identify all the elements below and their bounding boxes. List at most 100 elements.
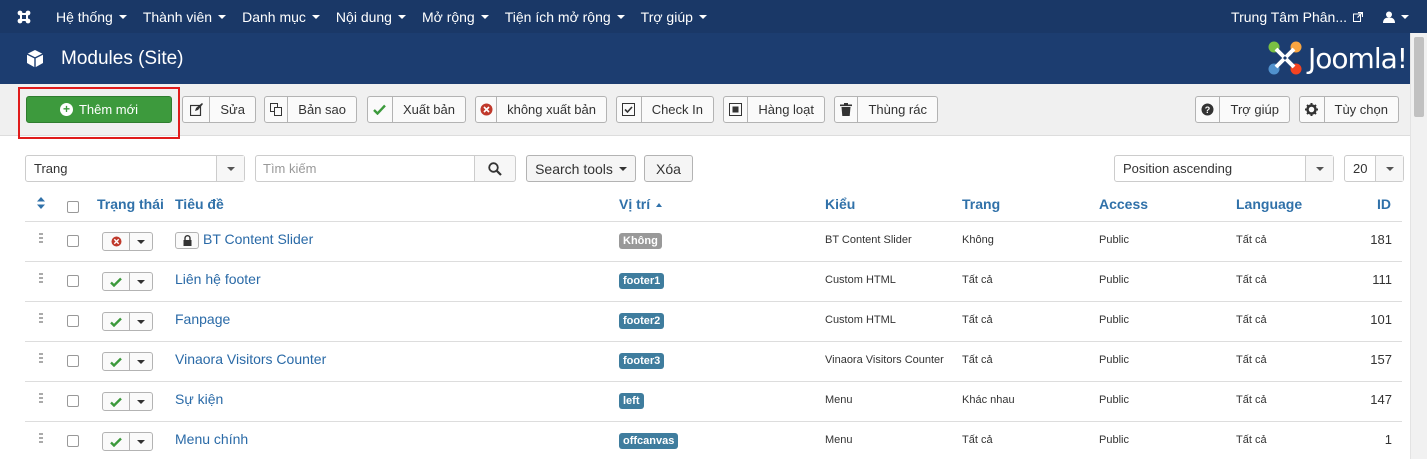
- nav-system[interactable]: Hệ thống: [48, 0, 135, 33]
- edit-icon: [183, 97, 211, 122]
- position-badge[interactable]: left: [619, 393, 644, 409]
- new-button[interactable]: + Thêm mới: [26, 96, 172, 123]
- checkin-button[interactable]: Check In: [616, 96, 714, 123]
- position-badge[interactable]: footer3: [619, 353, 665, 369]
- batch-button[interactable]: Hàng loạt: [723, 96, 825, 123]
- status-toggle[interactable]: [102, 232, 153, 251]
- position-badge[interactable]: footer2: [619, 313, 665, 329]
- check-icon[interactable]: [103, 393, 130, 410]
- table-row: Fanpage footer2 Custom HTML Tất cả Public Tất…: [25, 301, 1402, 341]
- drag-handle-icon[interactable]: [39, 353, 43, 365]
- edit-button[interactable]: Sửa: [182, 96, 256, 123]
- header-status[interactable]: Trạng thái: [97, 196, 164, 212]
- language-cell: Tất cả: [1236, 234, 1267, 246]
- drag-handle-icon[interactable]: [39, 273, 43, 285]
- check-icon[interactable]: [103, 353, 130, 370]
- search-input[interactable]: [255, 155, 475, 182]
- nav-components[interactable]: Tiện ích mở rộng: [497, 0, 633, 33]
- chevron-down-icon[interactable]: [130, 353, 152, 370]
- module-title-link[interactable]: Menu chính: [175, 431, 248, 447]
- scrollbar[interactable]: [1410, 33, 1427, 459]
- drag-handle-icon[interactable]: [39, 313, 43, 325]
- sort-up-icon: [656, 203, 663, 208]
- language-cell: Tất cả: [1236, 434, 1267, 446]
- check-icon[interactable]: [103, 273, 130, 290]
- module-title-link[interactable]: Vinaora Visitors Counter: [175, 351, 326, 367]
- clear-button[interactable]: Xóa: [644, 155, 693, 182]
- module-title-link[interactable]: Sự kiện: [175, 391, 223, 407]
- header-pages[interactable]: Trang: [962, 196, 1000, 212]
- row-checkbox[interactable]: [67, 275, 79, 287]
- ordering-select[interactable]: Position ascending: [1114, 155, 1334, 182]
- position-badge[interactable]: offcanvas: [619, 433, 679, 449]
- ordering-sort-icon[interactable]: [37, 197, 45, 212]
- id-cell: 111: [1372, 272, 1392, 287]
- search-tools-button[interactable]: Search tools: [526, 155, 636, 182]
- row-checkbox[interactable]: [67, 435, 79, 447]
- select-all-checkbox[interactable]: [67, 201, 79, 213]
- status-toggle[interactable]: [102, 432, 153, 451]
- joomla-logo-icon[interactable]: [0, 0, 48, 33]
- publish-button[interactable]: Xuất bản: [367, 96, 466, 123]
- unpublish-button[interactable]: không xuất bản: [475, 96, 607, 123]
- drag-handle-icon[interactable]: [39, 433, 43, 445]
- table-row: Menu chính offcanvas Menu Tất cả Public Tất c…: [25, 421, 1402, 459]
- header-id[interactable]: ID: [1377, 196, 1391, 212]
- chevron-down-icon: [618, 166, 627, 171]
- header-title[interactable]: Tiêu đề: [175, 196, 224, 212]
- user-menu[interactable]: [1371, 0, 1427, 33]
- status-toggle[interactable]: [102, 352, 153, 371]
- pages-cell: Tất cả: [962, 354, 993, 366]
- position-cell: footer3: [619, 352, 665, 369]
- scrollbar-thumb[interactable]: [1414, 37, 1424, 117]
- nav-users[interactable]: Thành viên: [135, 0, 234, 33]
- chevron-down-icon[interactable]: [130, 433, 152, 450]
- chevron-down-icon[interactable]: [130, 233, 152, 250]
- row-checkbox[interactable]: [67, 315, 79, 327]
- module-title-link[interactable]: BT Content Slider: [203, 231, 313, 247]
- type-cell: Menu: [825, 434, 853, 446]
- chevron-down-icon[interactable]: [130, 313, 152, 330]
- drag-handle-icon[interactable]: [39, 393, 43, 405]
- client-select[interactable]: Trang: [25, 155, 245, 182]
- chevron-down-icon: [1375, 156, 1403, 181]
- table-row: BT Content Slider Không BT Content Slider K…: [25, 221, 1402, 261]
- header-type[interactable]: Kiểu: [825, 196, 855, 212]
- trash-button[interactable]: Thùng rác: [834, 96, 938, 123]
- check-icon[interactable]: [103, 313, 130, 330]
- limit-select[interactable]: 20: [1344, 155, 1404, 182]
- status-toggle[interactable]: [102, 272, 153, 291]
- row-checkbox[interactable]: [67, 235, 79, 247]
- nav-help[interactable]: Trợ giúp: [633, 0, 715, 33]
- times-circle-icon[interactable]: [103, 233, 130, 250]
- status-toggle[interactable]: [102, 392, 153, 411]
- header-position[interactable]: Vị trí: [619, 196, 663, 212]
- options-button[interactable]: Tùy chọn: [1299, 96, 1399, 123]
- nav-content[interactable]: Nội dung: [328, 0, 414, 33]
- lock-icon[interactable]: [175, 232, 199, 250]
- title-cell: BT Content Slider: [175, 231, 313, 250]
- module-title-link[interactable]: Fanpage: [175, 311, 230, 327]
- nav-extensions[interactable]: Mở rộng: [414, 0, 497, 33]
- status-toggle[interactable]: [102, 312, 153, 331]
- pages-cell: Tất cả: [962, 314, 993, 326]
- search-button[interactable]: [474, 155, 516, 182]
- chevron-down-icon: [616, 14, 625, 19]
- copy-button[interactable]: Bản sao: [264, 96, 357, 123]
- position-badge[interactable]: footer1: [619, 273, 665, 289]
- svg-text:?: ?: [1205, 105, 1211, 115]
- row-checkbox[interactable]: [67, 395, 79, 407]
- site-link[interactable]: Trung Tâm Phân...: [1223, 0, 1371, 33]
- header-access[interactable]: Access: [1099, 196, 1148, 212]
- row-checkbox[interactable]: [67, 355, 79, 367]
- chevron-down-icon[interactable]: [130, 393, 152, 410]
- check-icon[interactable]: [103, 433, 130, 450]
- position-badge[interactable]: Không: [619, 233, 662, 249]
- drag-handle-icon[interactable]: [39, 233, 43, 245]
- header-language[interactable]: Language: [1236, 196, 1302, 212]
- chevron-down-icon: [311, 14, 320, 19]
- chevron-down-icon[interactable]: [130, 273, 152, 290]
- help-button[interactable]: ? Trợ giúp: [1195, 96, 1290, 123]
- module-title-link[interactable]: Liên hệ footer: [175, 271, 261, 287]
- nav-menus[interactable]: Danh mục: [234, 0, 328, 33]
